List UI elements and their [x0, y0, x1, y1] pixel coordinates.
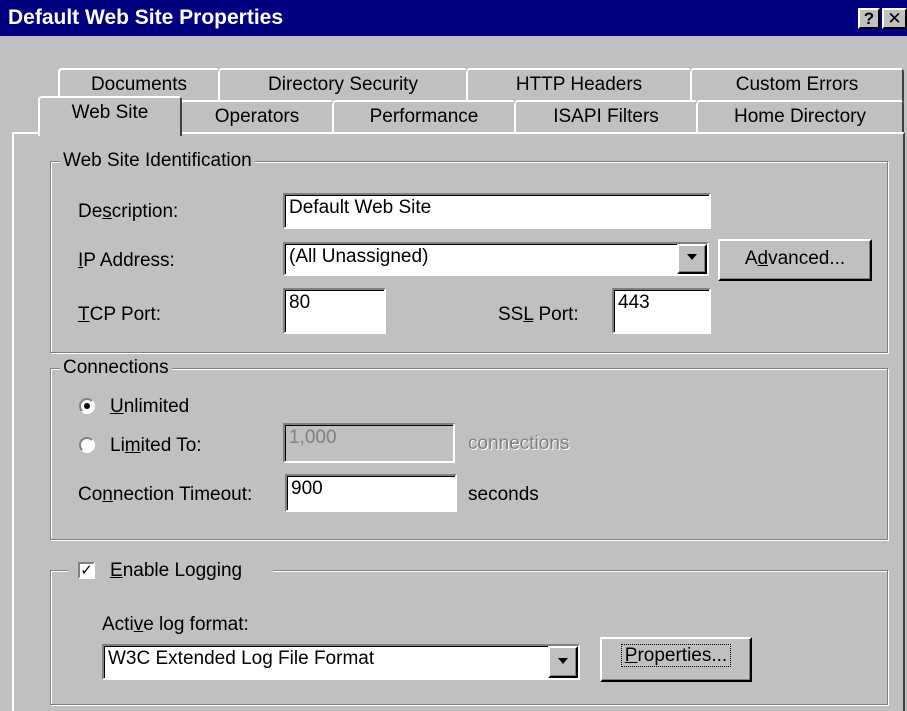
tab-http-headers[interactable]: HTTP Headers	[466, 68, 692, 102]
tab-label: Home Directory	[734, 106, 866, 127]
tab-label: Operators	[214, 106, 300, 127]
description-label: Description:	[78, 201, 179, 222]
tab-label: Performance	[369, 106, 479, 127]
advanced-button[interactable]: Advanced...	[718, 239, 872, 281]
connections-limit-field[interactable]: 1,000	[283, 423, 455, 463]
connections-unit-label: connections	[468, 433, 570, 454]
ssl-port-label: SSL Port:	[498, 304, 579, 325]
logging-group	[50, 570, 888, 705]
log-format-select[interactable]: W3C Extended Log File Format	[102, 644, 580, 680]
enable-logging-checkbox[interactable]: ✓	[78, 562, 95, 579]
tab-label: ISAPI Filters	[553, 106, 659, 127]
tab-performance[interactable]: Performance	[332, 100, 516, 134]
tab-home-directory[interactable]: Home Directory	[696, 100, 904, 134]
tab-custom-errors[interactable]: Custom Errors	[690, 68, 904, 102]
tcp-port-field[interactable]: 80	[283, 288, 386, 334]
ssl-port-field[interactable]: 443	[612, 288, 711, 334]
connections-legend: Connections	[60, 357, 172, 379]
focus-ring: Properties...	[620, 644, 732, 667]
title-bar: Default Web Site Properties ? ✕	[0, 0, 907, 36]
limited-to-label: Limited To:	[110, 435, 202, 456]
window-title: Default Web Site Properties	[8, 6, 284, 29]
identification-legend: Web Site Identification	[60, 150, 255, 172]
limited-to-radio[interactable]	[79, 437, 95, 453]
tab-label: Documents	[90, 74, 188, 95]
log-format-label: Active log format:	[102, 614, 249, 635]
tab-label: Directory Security	[268, 74, 418, 95]
tab-label: Web Site	[71, 102, 149, 123]
unlimited-label: Unlimited	[110, 396, 190, 417]
chevron-down-icon[interactable]	[677, 244, 707, 274]
ip-address-select[interactable]: (All Unassigned)	[283, 242, 709, 276]
enable-logging-label: Enable Logging	[110, 560, 243, 581]
tcp-port-label: TCP Port:	[78, 304, 162, 325]
connection-timeout-field[interactable]: 900	[285, 474, 457, 512]
close-icon[interactable]: ✕	[882, 8, 907, 29]
unlimited-radio[interactable]	[79, 398, 95, 414]
seconds-unit-label: seconds	[468, 484, 539, 505]
ip-address-label: IP Address:	[78, 250, 175, 271]
tab-isapi-filters[interactable]: ISAPI Filters	[514, 100, 698, 134]
tab-operators[interactable]: Operators	[180, 100, 334, 134]
chevron-down-icon[interactable]	[548, 646, 578, 678]
description-field[interactable]: Default Web Site	[283, 193, 711, 229]
tab-directory-security[interactable]: Directory Security	[218, 68, 468, 102]
tab-web-site[interactable]: Web Site	[38, 96, 182, 136]
tab-label: Custom Errors	[735, 74, 859, 95]
tab-label: HTTP Headers	[515, 74, 643, 95]
properties-button[interactable]: Properties...	[600, 637, 752, 682]
connection-timeout-label: Connection Timeout:	[78, 484, 253, 505]
help-icon[interactable]: ?	[858, 8, 880, 29]
